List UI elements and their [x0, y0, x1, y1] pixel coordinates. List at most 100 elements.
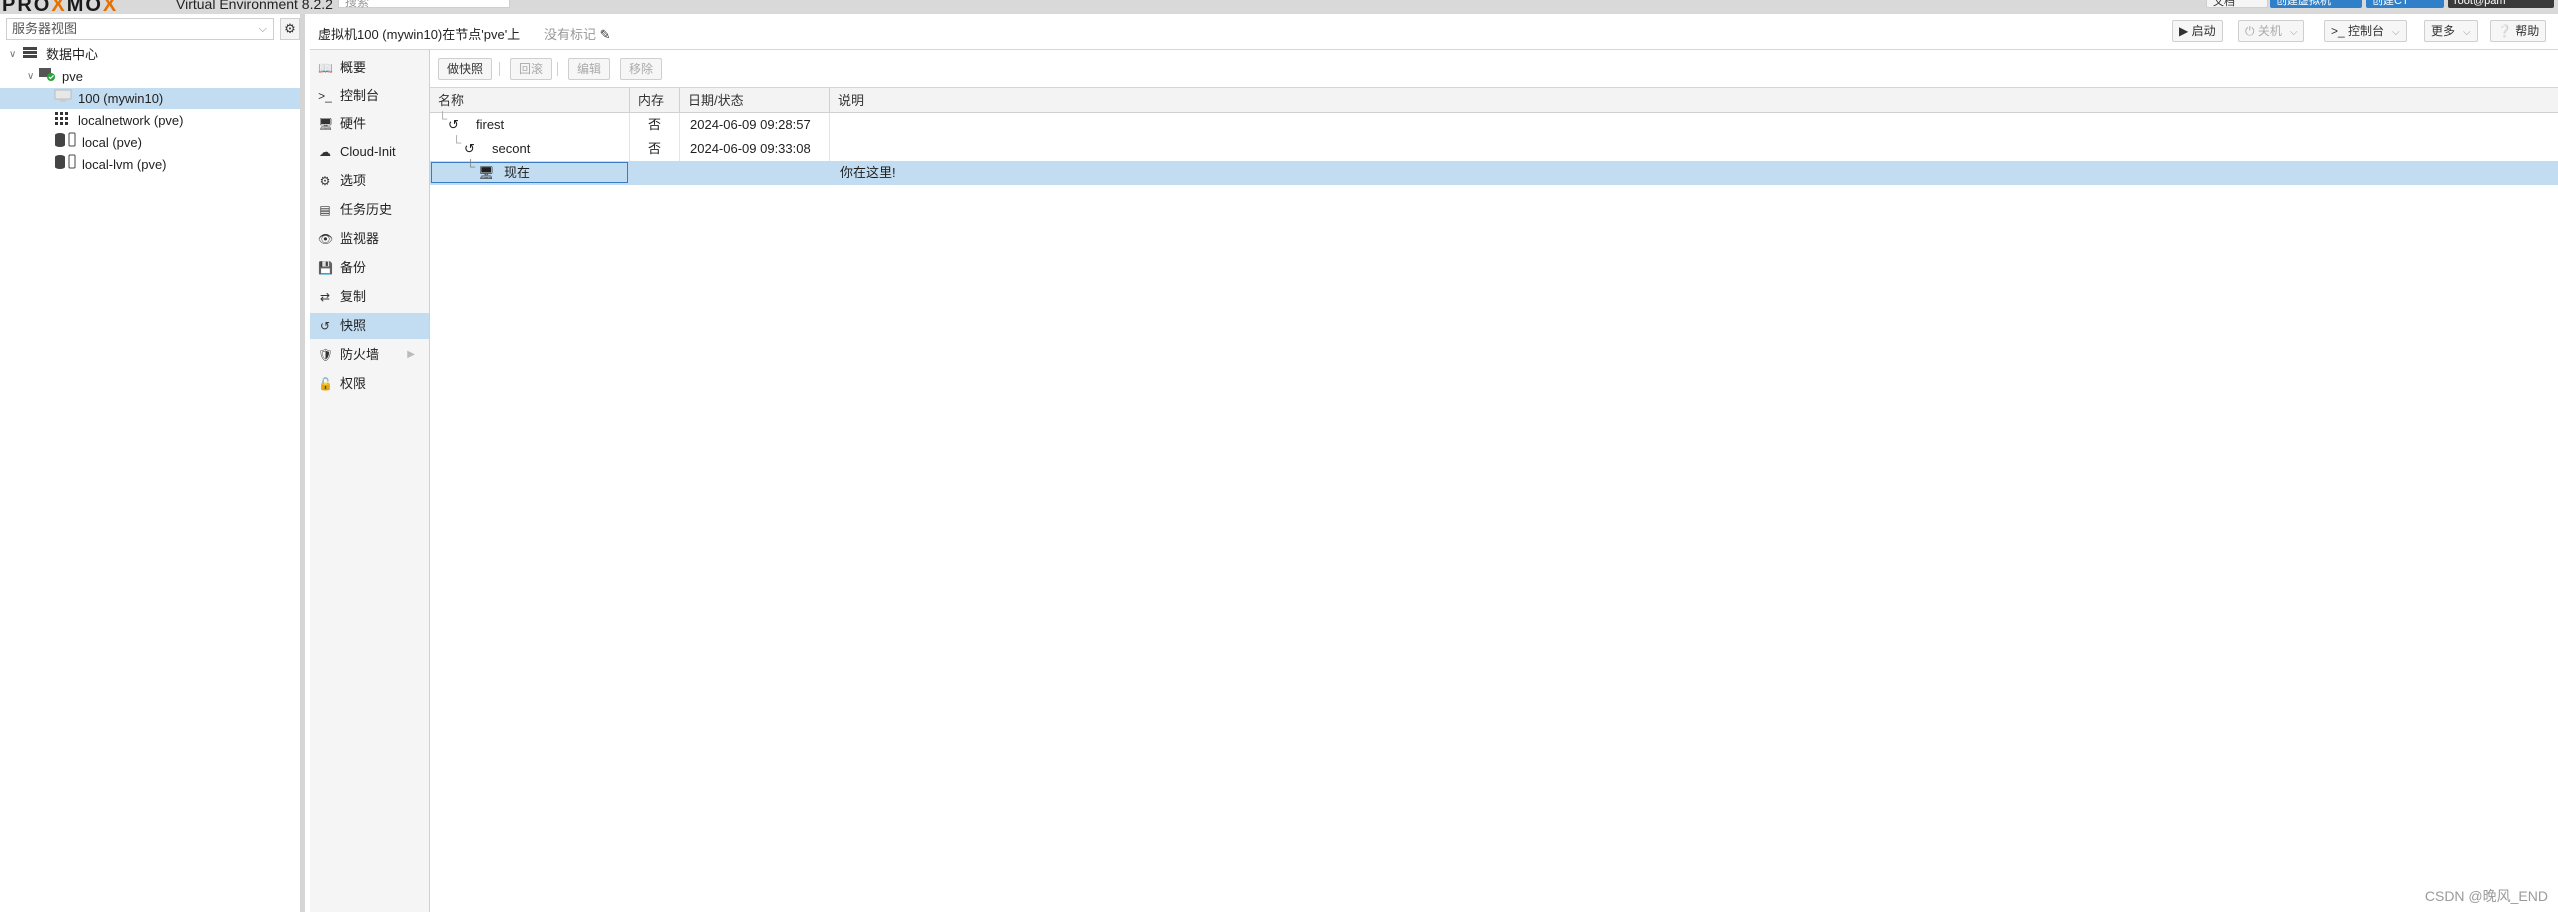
- nav-label: 控制台: [340, 88, 380, 103]
- network-grid-icon: [54, 110, 70, 131]
- nav-console[interactable]: >_ 控制台: [310, 83, 429, 109]
- snapshot-row[interactable]: └ ↺ secont 否 2024-06-09 09:33:08: [430, 135, 2558, 161]
- tree-connector: └: [452, 135, 462, 150]
- more-button-label: 更多: [2431, 24, 2456, 38]
- nav-hardware[interactable]: 🖥 硬件: [310, 111, 429, 137]
- unlock-icon: 🔓: [318, 377, 333, 391]
- create-vm-button[interactable]: 创建虚拟机: [2270, 0, 2362, 8]
- cell-date: 2024-06-09 09:33:08: [680, 137, 830, 161]
- nav-task-history[interactable]: ▤ 任务历史: [310, 197, 429, 223]
- nav-replication[interactable]: ⇄ 复制: [310, 284, 429, 310]
- cell-description: 你在这里!: [840, 165, 896, 180]
- shutdown-button-label: 关机: [2257, 24, 2282, 38]
- chevron-down-icon[interactable]: ⌵: [2290, 27, 2298, 38]
- snapshot-name: secont: [492, 141, 531, 156]
- chevron-down-icon[interactable]: ⌵: [2392, 27, 2400, 38]
- help-button-label: 帮助: [2515, 24, 2540, 38]
- snapshot-toolbar: 做快照 回滚 编辑 移除: [430, 50, 2558, 88]
- nav-label: 备份: [340, 260, 367, 275]
- gear-icon: ⚙: [319, 174, 331, 188]
- nav-label: 选项: [340, 173, 367, 188]
- tree-item-localnetwork[interactable]: localnetwork (pve): [0, 110, 300, 131]
- nav-options[interactable]: ⚙ 选项: [310, 168, 429, 194]
- tags-editor[interactable]: 没有标记 ✎: [544, 24, 611, 43]
- chevron-right-icon[interactable]: ▶: [407, 342, 415, 368]
- column-header-name[interactable]: 名称: [430, 88, 630, 113]
- tree-item-label: localnetwork (pve): [78, 113, 184, 128]
- nav-backup[interactable]: 💾 备份: [310, 255, 429, 281]
- take-snapshot-button[interactable]: 做快照: [438, 58, 493, 80]
- tree-item-vm-100[interactable]: 100 (mywin10): [0, 88, 300, 109]
- cell-ram: 否: [630, 137, 680, 161]
- nav-summary[interactable]: 📖 概要: [310, 55, 429, 81]
- tree-item-node-pve[interactable]: ∨ pve: [0, 66, 300, 87]
- tree-item-datacenter[interactable]: ∨ 数据中心: [0, 44, 300, 65]
- column-header-ram[interactable]: 内存: [630, 88, 680, 113]
- cell-ram: 否: [630, 113, 680, 137]
- tree-item-label: 100 (mywin10): [78, 91, 164, 106]
- snapshot-panel: 做快照 回滚 编辑 移除 名称 内存 日期/状态 说明 └ ↺ firest 否…: [430, 50, 2558, 912]
- nav-permissions[interactable]: 🔓 权限: [310, 371, 429, 397]
- column-header-date[interactable]: 日期/状态: [680, 88, 830, 113]
- floppy-icon: 💾: [318, 261, 333, 275]
- pencil-icon[interactable]: ✎: [600, 27, 611, 42]
- help-button[interactable]: ❔ 帮助: [2490, 20, 2547, 42]
- tree-item-storage-local[interactable]: local (pve): [0, 132, 300, 153]
- monitor-icon: 🖥: [318, 117, 334, 131]
- snapshot-row-current[interactable]: └ 🖥 现在 你在这里!: [430, 159, 2558, 185]
- cloud-icon: ☁: [319, 145, 331, 159]
- nav-label: Cloud-Init: [340, 144, 396, 159]
- nav-snapshots[interactable]: ↺ 快照: [310, 313, 429, 339]
- nav-label: 硬件: [340, 116, 367, 131]
- vm-nav-menu: 📖 概要 >_ 控制台 🖥 硬件 ☁ Cloud-Init ⚙ 选项 ▤ 任务历史 👁 监视器…: [310, 50, 430, 912]
- toolbar-separator: [557, 62, 558, 76]
- node-online-icon: [38, 66, 56, 88]
- question-circle-icon: ❔: [2497, 24, 2512, 38]
- nav-label: 防火墙: [340, 347, 380, 362]
- storage-icon: [54, 132, 78, 154]
- start-button-label: 启动: [2191, 24, 2216, 38]
- snapshot-name: firest: [476, 117, 505, 132]
- edit-button[interactable]: 编辑: [568, 58, 611, 80]
- column-header-description[interactable]: 说明: [830, 88, 2558, 113]
- tree-connector: └: [438, 111, 448, 126]
- book-icon: 📖: [318, 61, 333, 75]
- snapshot-row[interactable]: └ ↺ firest 否 2024-06-09 09:28:57: [430, 111, 2558, 137]
- play-icon: ▶: [2179, 24, 2189, 38]
- documentation-button[interactable]: 文档: [2206, 0, 2268, 8]
- remove-button[interactable]: 移除: [620, 58, 663, 80]
- user-menu-button[interactable]: root@pam: [2448, 0, 2554, 8]
- retweet-icon: ⇄: [319, 290, 331, 304]
- console-button[interactable]: >_ 控制台 ⌵: [2324, 20, 2407, 42]
- shutdown-button[interactable]: ⏻ 关机 ⌵: [2238, 20, 2305, 42]
- list-icon: ▤: [319, 203, 331, 217]
- more-button[interactable]: 更多 ⌵: [2424, 20, 2478, 42]
- nav-label: 概要: [340, 60, 367, 75]
- tree-connector: └: [466, 159, 476, 174]
- cell-name: └ 🖥 现在: [430, 159, 630, 185]
- tree-expand-icon[interactable]: ∨: [9, 44, 16, 65]
- watermark: CSDN @晚风_END: [2424, 888, 2548, 904]
- tree-item-label: local-lvm (pve): [82, 157, 167, 172]
- start-button[interactable]: ▶ 启动: [2172, 20, 2223, 42]
- tree-item-label: 数据中心: [46, 47, 99, 62]
- top-bar: PROXMOX Virtual Environment 8.2.2 搜索 文档 …: [0, 0, 2558, 14]
- storage-icon: [54, 154, 78, 176]
- nav-firewall[interactable]: 🛡 防火墙 ▶: [310, 342, 429, 368]
- nav-label: 任务历史: [340, 202, 393, 217]
- console-button-label: 控制台: [2348, 24, 2385, 38]
- tree-item-storage-local-lvm[interactable]: local-lvm (pve): [0, 154, 300, 175]
- tree-item-label: pve: [62, 69, 83, 84]
- tree-expand-icon[interactable]: ∨: [27, 66, 34, 87]
- view-settings-gear-icon[interactable]: ⚙: [280, 18, 300, 40]
- terminal-icon: >_: [318, 89, 332, 103]
- view-select[interactable]: 服务器视图 ⌵: [6, 18, 274, 40]
- datacenter-icon: [22, 44, 38, 65]
- rollback-button[interactable]: 回滚: [510, 58, 553, 80]
- nav-monitor[interactable]: 👁 监视器: [310, 226, 429, 252]
- page-title: 虚拟机100 (mywin10)在节点'pve'上: [318, 27, 521, 42]
- global-search-input[interactable]: 搜索: [338, 0, 510, 9]
- nav-cloud-init[interactable]: ☁ Cloud-Init: [310, 139, 429, 165]
- create-ct-button[interactable]: 创建CT: [2366, 0, 2444, 8]
- snapshot-name: 现在: [504, 165, 531, 180]
